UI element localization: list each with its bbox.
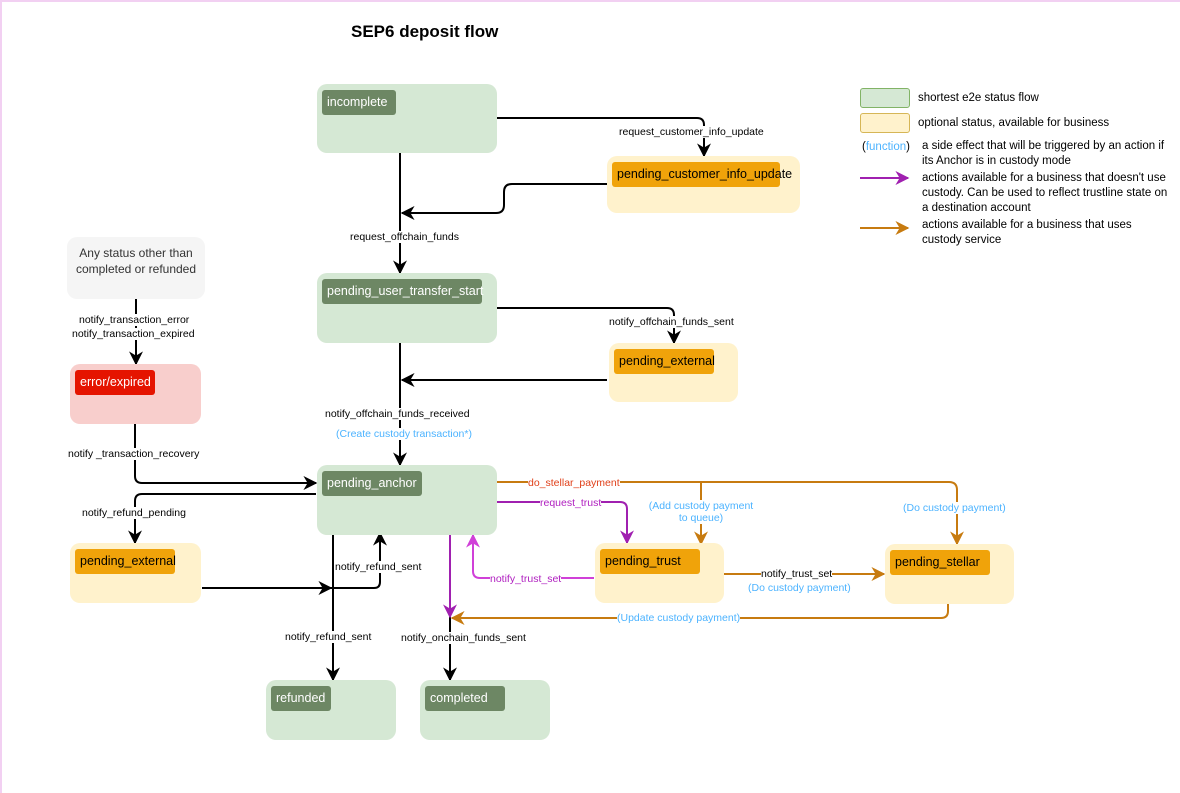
label-do-custody-payment-top: (Do custody payment) [903,502,1006,514]
label-request-customer-info-update: request_customer_info_update [619,126,764,138]
label-do-custody-payment-mid: (Do custody payment) [748,582,851,594]
legend-orange-text: actions available for a business that us… [922,219,1132,246]
legend-function-text: a side effect that will be triggered by … [922,140,1165,167]
state-pending-external-refund[interactable]: pending_external [70,543,201,603]
legend-yellow-text: optional status, available for business [918,117,1110,129]
state-label: pending_user_transfer_start [322,279,483,304]
state-incomplete[interactable]: incomplete [317,84,497,153]
edge-notify-trust-set-back [466,533,594,579]
label-do-stellar-payment: do_stellar_payment [528,477,620,489]
state-label: pending_external [75,549,176,574]
label-notify-refund-sent-down: notify_refund_sent [285,631,372,643]
legend-function-word: function [865,141,907,153]
state-error-expired[interactable]: error/expired [70,364,201,424]
label-notify-transaction-recovery: notify _transaction_recovery [68,448,200,460]
state-any-status-text: Any status other than completed or refun… [75,246,197,276]
legend-green-text: shortest e2e status flow [918,92,1039,104]
state-pending-external[interactable]: pending_external [609,343,738,402]
state-refunded[interactable]: refunded [266,680,396,740]
label-notify-offchain-funds-sent: notify_offchain_funds_sent [609,316,734,328]
label-request-trust: request_trust [540,497,602,509]
label-notify-transaction-error: notify_transaction_error [79,314,190,326]
label-notify-refund-pending: notify_refund_pending [82,507,186,519]
state-any-status[interactable]: Any status other than completed or refun… [67,237,205,299]
state-label: refunded [271,686,331,711]
state-pending-anchor[interactable]: pending_anchor [317,465,497,535]
state-pending-customer-info-update[interactable]: pending_customer_info_update [607,156,800,213]
state-label: pending_anchor [322,471,422,496]
state-label: incomplete [322,90,396,115]
label-add-custody-payment: (Add custody payment to queue) [644,500,758,524]
legend-function-sample: (function) [862,141,910,153]
edge-customer-info-return [400,183,607,220]
legend-purple-text: actions available for a business that do… [922,172,1168,214]
label-notify-trust-set-forward: notify_trust_set [761,568,833,580]
state-label: pending_external [614,349,715,374]
label-notify-transaction-expired: notify_transaction_expired [72,328,195,340]
legend-green-swatch [860,88,910,108]
state-label: completed [425,686,505,711]
label-notify-offchain-funds-received: notify_offchain_funds_received [325,408,470,420]
state-label: error/expired [75,370,155,395]
state-label: pending_customer_info_update [612,162,792,187]
state-completed[interactable]: completed [420,680,550,740]
legend-yellow-swatch [860,113,910,133]
state-pending-user-transfer-start[interactable]: pending_user_transfer_start [317,273,497,343]
state-pending-stellar[interactable]: pending_stellar [885,544,1014,604]
state-pending-trust[interactable]: pending_trust [595,543,724,603]
state-label: pending_trust [600,549,700,574]
label-create-custody-transaction: (Create custody transaction*) [336,428,472,440]
label-notify-refund-sent-up: notify_refund_sent [335,561,422,573]
label-notify-trust-set-back: notify_trust_set [490,573,562,585]
state-label: pending_stellar [890,550,990,575]
label-request-offchain-funds: request_offchain_funds [350,231,459,243]
label-notify-onchain-funds-sent: notify_onchain_funds_sent [401,632,526,644]
label-update-custody-payment: (Update custody payment) [617,612,741,624]
